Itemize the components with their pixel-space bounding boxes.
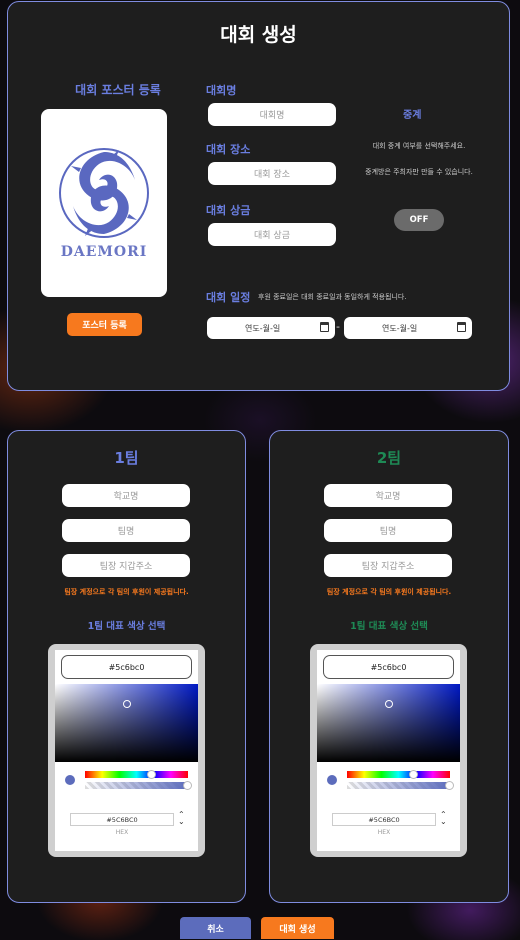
team1-saturation-area[interactable] xyxy=(55,684,198,762)
name-label: 대회명 xyxy=(206,84,237,97)
team2-color-swatch xyxy=(327,775,337,785)
tournament-place-input[interactable]: 대회 장소 xyxy=(208,162,336,185)
team2-title: 2팀 xyxy=(376,449,402,467)
date-separator: - xyxy=(336,320,340,333)
team1-color-picker: #5c6bc0 #5C6BC0 ⌃ ⌄ HEX xyxy=(48,644,205,857)
team2-note: 팀장 계정으로 각 팀의 후원이 제공됩니다. xyxy=(326,588,452,596)
team1-note: 팀장 계정으로 각 팀의 후원이 제공됩니다. xyxy=(64,588,189,596)
create-tournament-button[interactable]: 대회 생성 xyxy=(261,917,334,939)
team2-hex-input[interactable]: #5C6BC0 xyxy=(332,813,436,826)
team2-hex-display[interactable]: #5c6bc0 xyxy=(323,655,454,679)
poster-preview[interactable]: DAEMORI xyxy=(41,109,167,297)
start-date-text: 연도-월-일 xyxy=(245,323,281,333)
schedule-note: 후원 종료일은 대회 종료일과 동일하게 적용됩니다. xyxy=(258,293,407,301)
team2-color-label: 1팀 대표 색상 선택 xyxy=(350,621,428,632)
team2-school-input[interactable]: 학교명 xyxy=(324,484,452,507)
team1-color-swatch xyxy=(65,775,75,785)
start-date-input[interactable]: 연도-월-일 xyxy=(207,317,335,339)
team1-alpha-slider[interactable] xyxy=(85,781,192,790)
team1-saturation-handle[interactable] xyxy=(123,700,131,708)
team1-panel: 1팀 학교명 팀명 팀장 지갑주소 팀장 계정으로 각 팀의 후원이 제공됩니다… xyxy=(7,430,246,903)
page-title: 대회 생성 xyxy=(220,24,297,46)
team1-hex-label: HEX xyxy=(115,829,129,836)
team2-team-name-input[interactable]: 팀명 xyxy=(324,519,452,542)
relay-toggle[interactable]: OFF xyxy=(394,209,444,231)
team2-format-toggle-icon[interactable]: ⌃ ⌄ xyxy=(440,811,447,826)
prize-label: 대회 상금 xyxy=(206,204,251,217)
calendar-icon[interactable] xyxy=(320,322,329,332)
calendar-icon[interactable] xyxy=(457,322,466,332)
tournament-prize-input[interactable]: 대회 상금 xyxy=(208,223,336,246)
team1-color-label: 1팀 대표 색상 선택 xyxy=(87,621,166,632)
tournament-info-panel: 대회 생성 대회 포스터 등록 DAEMORI 포스터 등록 대회명 대회명 대… xyxy=(7,1,510,391)
team1-hex-input[interactable]: #5C6BC0 xyxy=(70,813,174,826)
team2-color-picker: #5c6bc0 #5C6BC0 ⌃ ⌄ HEX xyxy=(310,644,467,857)
team2-alpha-knob[interactable] xyxy=(445,781,454,790)
team1-hue-slider[interactable] xyxy=(85,770,188,779)
tournament-name-input[interactable]: 대회명 xyxy=(208,103,336,126)
schedule-label: 대회 일정 xyxy=(206,291,251,304)
team2-panel: 2팀 학교명 팀명 팀장 지갑주소 팀장 계정으로 각 팀의 후원이 제공됩니다… xyxy=(269,430,509,903)
svg-text:DAEMORI: DAEMORI xyxy=(61,244,148,260)
team1-hue-knob[interactable] xyxy=(146,770,156,779)
poster-label: 대회 포스터 등록 xyxy=(75,83,161,97)
team1-school-input[interactable]: 학교명 xyxy=(62,484,190,507)
team1-team-name-input[interactable]: 팀명 xyxy=(62,519,190,542)
team2-hex-label: HEX xyxy=(377,829,391,836)
team1-hex-display[interactable]: #5c6bc0 xyxy=(61,655,192,679)
team2-saturation-area[interactable] xyxy=(317,684,460,762)
team2-alpha-slider[interactable] xyxy=(347,781,454,790)
team1-wallet-input[interactable]: 팀장 지갑주소 xyxy=(62,554,190,577)
end-date-input[interactable]: 연도-월-일 xyxy=(344,317,472,339)
team2-wallet-input[interactable]: 팀장 지갑주소 xyxy=(324,554,452,577)
relay-host-note: 중계방은 주최자만 만들 수 있습니다. xyxy=(365,168,473,176)
team1-format-toggle-icon[interactable]: ⌃ ⌄ xyxy=(178,811,185,826)
end-date-text: 연도-월-일 xyxy=(382,323,418,333)
team2-saturation-handle[interactable] xyxy=(385,700,393,708)
daemori-logo: DAEMORI xyxy=(59,148,149,260)
relay-label: 중계 xyxy=(403,110,422,121)
team2-hue-slider[interactable] xyxy=(347,770,450,779)
team2-hue-knob[interactable] xyxy=(408,770,418,779)
poster-upload-button[interactable]: 포스터 등록 xyxy=(67,313,142,336)
cancel-button[interactable]: 취소 xyxy=(180,917,251,939)
team1-title: 1팀 xyxy=(114,449,139,467)
place-label: 대회 장소 xyxy=(206,143,251,156)
relay-description: 대회 중계 여부를 선택해주세요. xyxy=(372,142,466,150)
team1-alpha-knob[interactable] xyxy=(183,781,192,790)
